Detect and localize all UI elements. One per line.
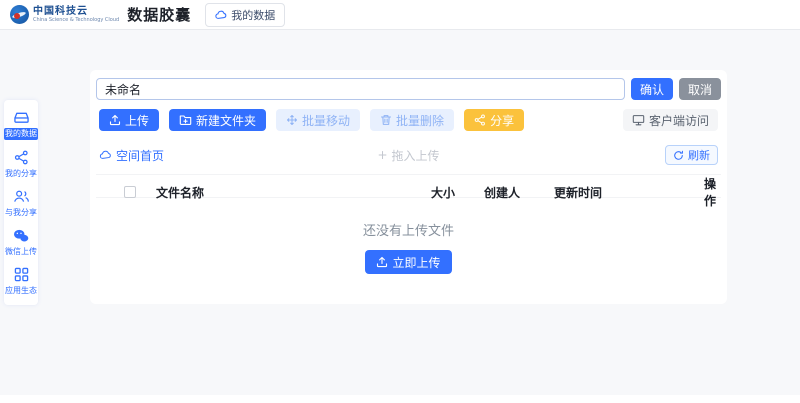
select-all-checkbox-cell <box>124 186 156 198</box>
new-folder-button[interactable]: 新建文件夹 <box>169 109 267 131</box>
folder-plus-icon <box>179 114 192 126</box>
sidebar-item-my-shares[interactable]: 我的分享 <box>4 147 38 183</box>
sidebar-item-shared-with-me[interactable]: 与我分享 <box>4 186 38 222</box>
upload-now-button-label: 立即上传 <box>392 255 441 270</box>
rename-bar: 确认 取消 <box>96 78 721 100</box>
column-header-updated: 更新时间 <box>554 185 603 200</box>
share-icon <box>14 150 29 165</box>
sidebar-item-label: 我的分享 <box>5 168 37 178</box>
batch-delete-button-label: 批量删除 <box>396 113 445 128</box>
sidebar-item-label: 微信上传 <box>5 246 37 256</box>
breadcrumb-home[interactable]: 空间首页 <box>99 147 164 164</box>
plus-icon: + <box>377 148 388 162</box>
sidebar-item-wechat-upload[interactable]: 微信上传 <box>4 226 38 261</box>
file-table-header: 文件名称 大小 创建人 更新时间 操作 <box>96 174 721 208</box>
sidebar-item-my-data[interactable]: 我的数据 <box>4 107 38 143</box>
people-icon <box>13 189 30 204</box>
upload-button[interactable]: 上传 <box>99 109 160 131</box>
new-folder-button-label: 新建文件夹 <box>196 113 257 128</box>
file-toolbar: 上传 新建文件夹 批量移动 批量删除 分享 客户端访问 <box>96 109 721 131</box>
page-title: 数据胶囊 <box>127 6 192 24</box>
sidebar-item-label: 我的数据 <box>4 128 38 140</box>
globe-logo-icon <box>10 5 29 24</box>
sidebar-item-label: 与我分享 <box>5 208 37 218</box>
cancel-button[interactable]: 取消 <box>678 78 721 100</box>
column-header-creator: 创建人 <box>484 185 521 200</box>
batch-delete-button[interactable]: 批量删除 <box>370 109 455 131</box>
app-window: 中国科技云 China Science & Technology Cloud 数… <box>0 0 800 403</box>
refresh-button-label: 刷新 <box>688 149 710 162</box>
filename-input[interactable] <box>96 78 625 100</box>
column-header-name: 文件名称 <box>156 185 205 200</box>
select-all-checkbox[interactable] <box>124 186 136 198</box>
cloud-drive-icon <box>13 110 30 125</box>
sidebar-item-label: 应用生态 <box>5 286 37 296</box>
column-header-size: 大小 <box>431 185 456 200</box>
main-content-card: 确认 取消 上传 <box>90 70 727 304</box>
empty-state: 还没有上传文件 立即上传 <box>96 220 721 274</box>
sidebar-item-app-ecosystem[interactable]: 应用生态 <box>4 264 38 300</box>
cloud-icon <box>99 149 112 161</box>
breadcrumb-home-label: 空间首页 <box>116 148 165 163</box>
my-data-button-label: 我的数据 <box>231 9 276 22</box>
drop-upload-hint: + 拖入上传 <box>377 147 439 164</box>
batch-move-button-label: 批量移动 <box>302 113 351 128</box>
brand-logo: 中国科技云 China Science & Technology Cloud <box>10 5 119 24</box>
brand-name: 中国科技云 <box>33 5 88 17</box>
upload-button-label: 上传 <box>125 113 150 128</box>
drop-upload-hint-label: 拖入上传 <box>391 148 440 163</box>
client-access-button-label: 客户端访问 <box>648 113 709 128</box>
my-data-button[interactable]: 我的数据 <box>205 2 286 27</box>
trash-icon <box>380 114 392 126</box>
share-nodes-icon <box>474 114 486 126</box>
upload-now-button[interactable]: 立即上传 <box>365 250 452 274</box>
refresh-icon <box>673 150 684 161</box>
upload-icon <box>376 256 388 268</box>
batch-move-button[interactable]: 批量移动 <box>276 109 361 131</box>
confirm-button[interactable]: 确认 <box>630 78 673 100</box>
client-access-button[interactable]: 客户端访问 <box>622 109 718 131</box>
cloud-icon <box>215 9 227 21</box>
left-sidebar: 我的数据 我的分享 与我分享 微信上传 应用生态 <box>4 100 38 305</box>
wechat-icon <box>13 229 29 243</box>
empty-state-message: 还没有上传文件 <box>362 224 454 239</box>
move-icon <box>286 114 298 126</box>
apps-grid-icon <box>14 267 29 282</box>
upload-icon <box>109 114 121 126</box>
monitor-icon <box>632 114 645 126</box>
top-header: 中国科技云 China Science & Technology Cloud 数… <box>0 0 800 30</box>
share-button-label: 分享 <box>490 113 515 128</box>
share-button[interactable]: 分享 <box>464 109 525 131</box>
breadcrumb-bar: 空间首页 + 拖入上传 刷新 <box>96 144 721 166</box>
refresh-button[interactable]: 刷新 <box>665 145 718 165</box>
workspace: 我的数据 我的分享 与我分享 微信上传 应用生态 未命名 确认 取消 上传 新建… <box>0 30 800 395</box>
brand-subtitle: China Science & Technology Cloud <box>33 16 120 23</box>
column-header-actions: 操作 <box>704 177 717 208</box>
